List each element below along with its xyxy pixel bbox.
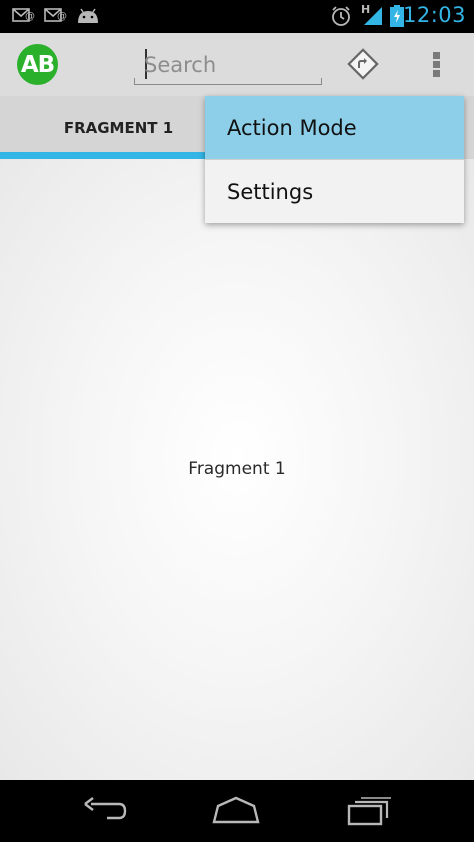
tab-fragment-1[interactable]: FRAGMENT 1 (0, 96, 237, 159)
android-debug-icon (78, 8, 98, 23)
overflow-menu-icon[interactable] (425, 47, 449, 81)
signal-icon (364, 7, 382, 25)
battery-charging-icon (390, 5, 404, 27)
menu-item-label: Action Mode (227, 115, 357, 140)
home-icon[interactable] (212, 796, 260, 826)
tab-label: FRAGMENT 1 (63, 118, 174, 137)
search-input[interactable] (144, 49, 314, 81)
fragment-content: Fragment 1 (0, 159, 474, 780)
tab-selected-indicator (0, 152, 237, 159)
fragment-label: Fragment 1 (188, 459, 286, 479)
status-time: 12:03 (402, 3, 466, 27)
navigation-bar (0, 780, 474, 842)
action-bar: AB (0, 33, 474, 96)
app-logo[interactable]: AB (17, 44, 58, 85)
menu-item-settings[interactable]: Settings (205, 160, 464, 223)
recent-apps-icon[interactable] (345, 796, 393, 826)
svg-text:@: @ (25, 11, 35, 22)
back-icon[interactable] (81, 796, 129, 826)
email-notification-icon: @ (12, 8, 35, 22)
email-notification-icon: @ (44, 8, 67, 22)
alarm-icon (332, 6, 350, 26)
svg-text:@: @ (57, 11, 67, 22)
app-logo-text: AB (20, 51, 55, 78)
search-field[interactable] (134, 47, 322, 85)
menu-item-action-mode[interactable]: Action Mode (205, 96, 464, 159)
menu-item-label: Settings (227, 179, 314, 204)
overflow-menu: Action Mode Settings (205, 96, 464, 223)
status-bar: @ @ H 12:03 (0, 0, 474, 33)
directions-icon[interactable] (346, 47, 380, 81)
